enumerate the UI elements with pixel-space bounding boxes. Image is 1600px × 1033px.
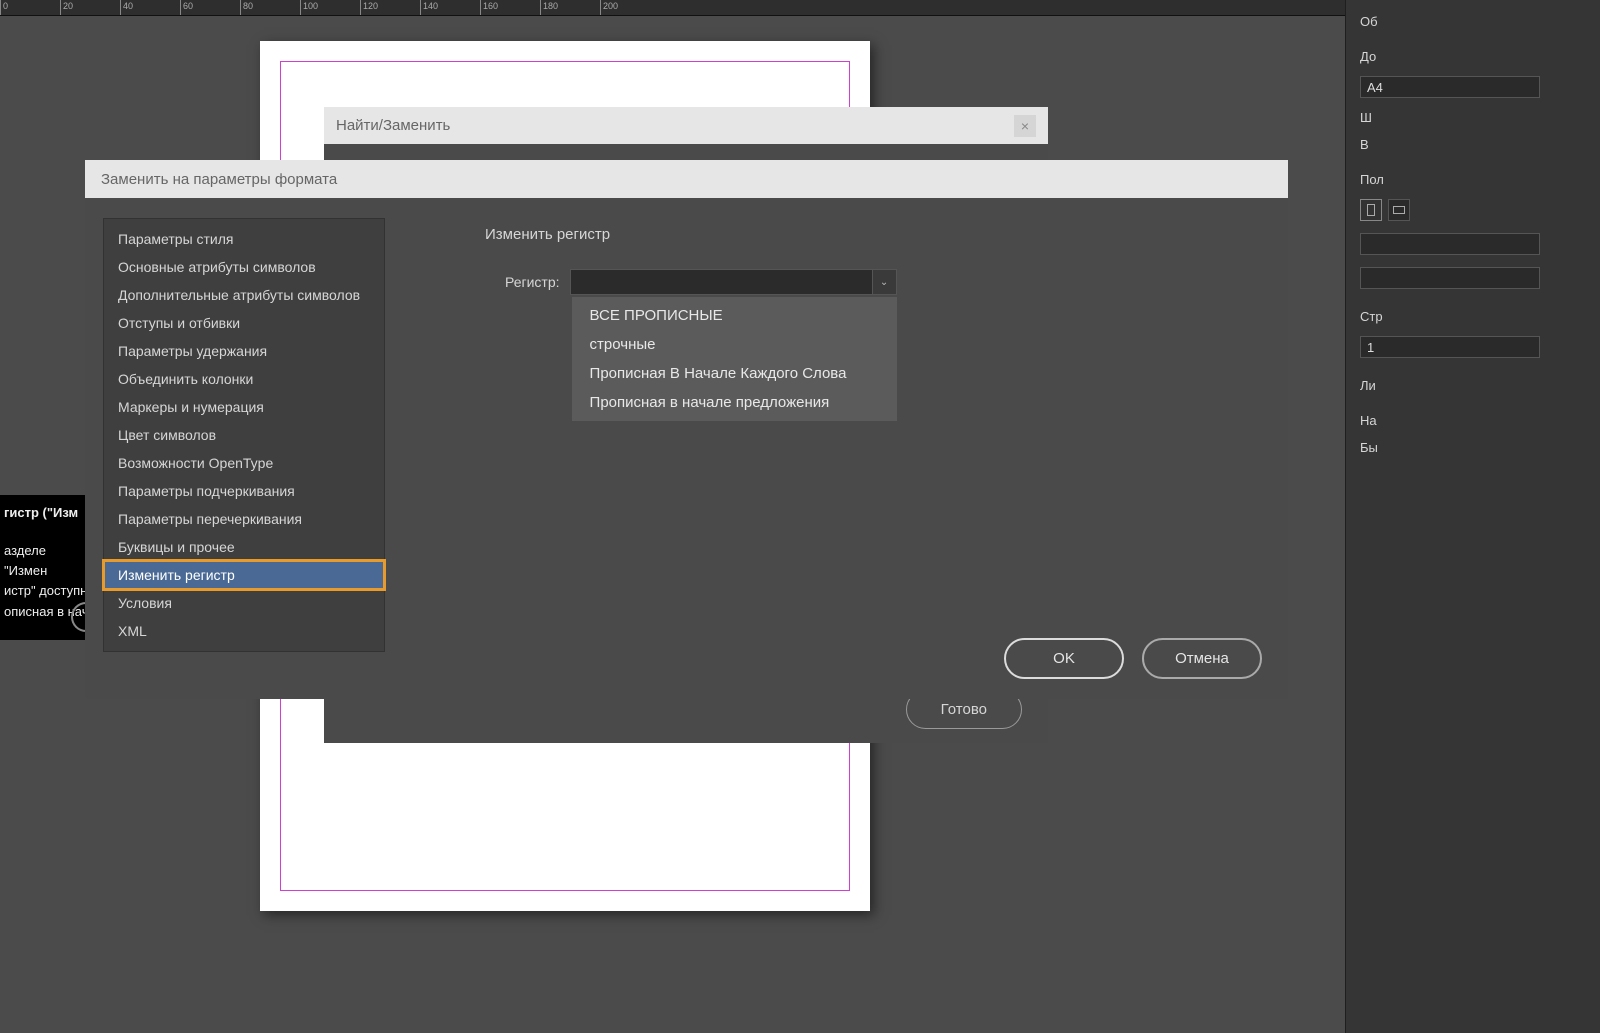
properties-panel: Об До А4 Ш В Пол Стр 1 Ли На Бы bbox=[1345, 0, 1600, 1033]
name-label: На bbox=[1360, 413, 1600, 428]
document-label: До bbox=[1360, 49, 1600, 64]
height-label: В bbox=[1360, 137, 1600, 152]
lines-label: Ли bbox=[1360, 378, 1600, 393]
category-item[interactable]: Параметры удержания bbox=[104, 337, 384, 365]
orientation-portrait[interactable] bbox=[1360, 199, 1382, 221]
orientation-landscape[interactable] bbox=[1388, 199, 1410, 221]
category-item[interactable]: Параметры стиля bbox=[104, 225, 384, 253]
register-dropdown[interactable]: ⌄ ВСЕ ПРОПИСНЫЕстрочныеПрописная В Начал… bbox=[570, 269, 897, 295]
category-item[interactable]: Условия bbox=[104, 589, 384, 617]
category-item[interactable]: Отступы и отбивки bbox=[104, 309, 384, 337]
dialog-titlebar[interactable]: Заменить на параметры формата bbox=[85, 160, 1288, 198]
category-item[interactable]: Дополнительные атрибуты символов bbox=[104, 281, 384, 309]
register-option[interactable]: ВСЕ ПРОПИСНЫЕ bbox=[572, 301, 897, 330]
cancel-button[interactable]: Отмена bbox=[1142, 638, 1262, 679]
category-item[interactable]: Маркеры и нумерация bbox=[104, 393, 384, 421]
register-dropdown-value bbox=[571, 270, 872, 294]
document-preset-field[interactable]: А4 bbox=[1360, 76, 1540, 98]
pages-field[interactable]: 1 bbox=[1360, 336, 1540, 358]
close-icon: × bbox=[1021, 118, 1029, 134]
change-format-settings-dialog: Заменить на параметры формата Параметры … bbox=[85, 160, 1288, 699]
pages-label: Стр bbox=[1360, 309, 1600, 324]
margin-field[interactable] bbox=[1360, 267, 1540, 289]
close-button[interactable]: × bbox=[1014, 115, 1036, 137]
chevron-down-icon: ⌄ bbox=[872, 270, 896, 294]
register-option[interactable]: Прописная в начале предложения bbox=[572, 388, 897, 417]
tooltip-title: гистр ("Изм bbox=[4, 503, 89, 523]
find-dialog-titlebar[interactable]: Найти/Заменить × bbox=[324, 107, 1048, 144]
bleed-label: Бы bbox=[1360, 440, 1600, 455]
category-item[interactable]: Возможности OpenType bbox=[104, 449, 384, 477]
help-tooltip: гистр ("Изм азделе "Измен истр" доступн … bbox=[0, 495, 95, 640]
register-label: Регистр: bbox=[505, 274, 560, 290]
category-item[interactable]: Параметры перечеркивания bbox=[104, 505, 384, 533]
category-item[interactable]: Параметры подчеркивания bbox=[104, 477, 384, 505]
category-item[interactable]: Изменить регистр bbox=[104, 561, 384, 589]
category-item[interactable]: Буквицы и прочее bbox=[104, 533, 384, 561]
panel-heading: Об bbox=[1360, 14, 1600, 29]
category-item[interactable]: Цвет символов bbox=[104, 421, 384, 449]
category-item[interactable]: Основные атрибуты символов bbox=[104, 253, 384, 281]
ok-button[interactable]: OK bbox=[1004, 638, 1124, 679]
category-item[interactable]: XML bbox=[104, 617, 384, 645]
dialog-title: Заменить на параметры формата bbox=[101, 171, 337, 188]
category-list: Параметры стиляОсновные атрибуты символо… bbox=[103, 218, 385, 652]
category-item[interactable]: Объединить колонки bbox=[104, 365, 384, 393]
find-dialog-title: Найти/Заменить bbox=[336, 117, 450, 134]
margins-label: Пол bbox=[1360, 172, 1600, 187]
detail-pane: Изменить регистр Регистр: ⌄ ВСЕ ПРОПИСНЫ… bbox=[415, 218, 1268, 629]
detail-title: Изменить регистр bbox=[485, 226, 1268, 243]
register-option[interactable]: Прописная В Начале Каждого Слова bbox=[572, 359, 897, 388]
margin-field[interactable] bbox=[1360, 233, 1540, 255]
width-label: Ш bbox=[1360, 110, 1600, 125]
register-dropdown-menu: ВСЕ ПРОПИСНЫЕстрочныеПрописная В Начале … bbox=[571, 296, 898, 422]
register-option[interactable]: строчные bbox=[572, 330, 897, 359]
